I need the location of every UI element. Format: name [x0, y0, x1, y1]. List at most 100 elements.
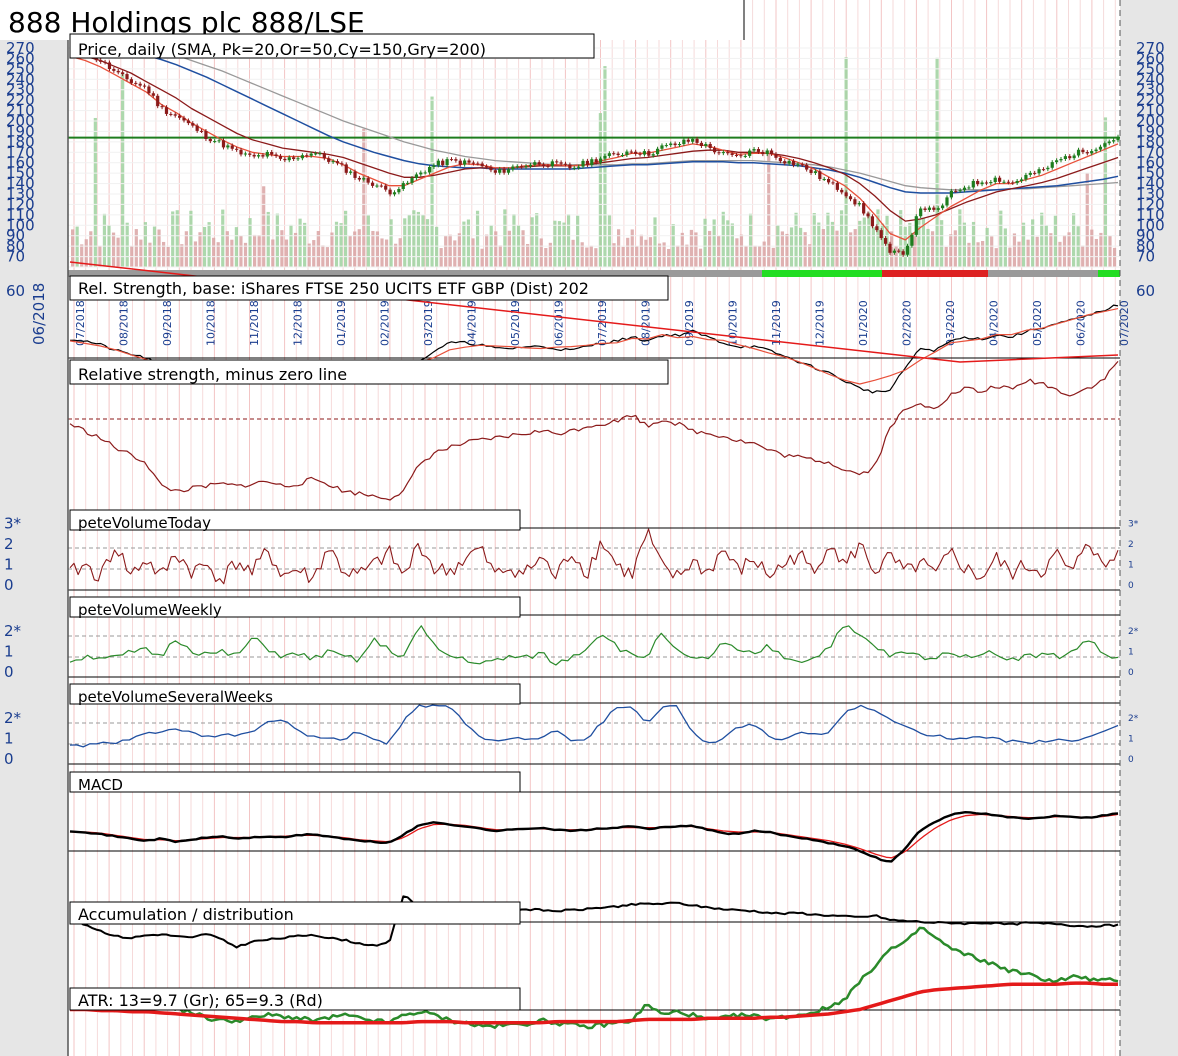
candle-body — [322, 153, 326, 159]
pete-several-title: peteVolumeSeveralWeeks — [78, 688, 273, 706]
candle-body — [541, 164, 546, 166]
candle-body — [682, 139, 686, 145]
candle-body — [848, 196, 853, 200]
pete-tick-right: 3* — [1128, 520, 1139, 530]
candle-body — [590, 159, 594, 166]
candle-body — [235, 148, 239, 150]
volume-bar — [134, 229, 138, 267]
pete-tick-left: 0 — [4, 576, 14, 594]
candle-body — [901, 251, 905, 255]
volume-bar — [344, 210, 348, 267]
volume-bar — [293, 232, 298, 267]
candle-body — [142, 85, 147, 87]
candle-body — [1028, 172, 1032, 175]
candle-body — [1098, 146, 1103, 150]
candle-body — [1090, 151, 1094, 154]
candle-body — [445, 159, 449, 166]
candle-body — [647, 151, 651, 156]
candle-body — [721, 152, 725, 154]
volume-bar — [471, 238, 475, 267]
volume-bar — [71, 229, 75, 267]
candle-body — [967, 187, 971, 189]
candle-body — [1103, 143, 1107, 147]
candle-body — [449, 159, 454, 161]
candle-body — [506, 169, 511, 173]
month-label: 05/2020 — [1031, 300, 1044, 346]
candle-body — [199, 130, 204, 132]
candle-body — [879, 230, 883, 239]
macd-title: MACD — [78, 776, 123, 794]
candle-body — [813, 171, 818, 173]
candle-body — [103, 61, 107, 63]
candle-body — [327, 158, 331, 162]
month-label: 06/2019 — [553, 300, 566, 346]
candle-body — [520, 166, 524, 168]
candle-body — [761, 151, 765, 155]
pete-tick-left: 2 — [4, 535, 14, 553]
candle-body — [397, 189, 401, 193]
volume-bar — [817, 222, 821, 267]
pete-tick-left: 2* — [4, 709, 22, 727]
volume-bar — [985, 227, 989, 267]
candle-body — [296, 158, 300, 160]
month-label: 02/2020 — [901, 300, 914, 346]
candle-body — [112, 69, 116, 71]
volume-bar — [412, 210, 416, 267]
volume-bar — [503, 209, 507, 267]
candle-body — [831, 182, 835, 184]
volume-bar — [730, 223, 734, 267]
volume-bar — [380, 238, 384, 267]
volume-bar — [990, 236, 994, 267]
volume-bar — [366, 215, 370, 267]
candle-body — [208, 139, 212, 142]
candle-body — [712, 148, 717, 153]
pete-tick-right: 0 — [1128, 755, 1134, 765]
candle-body — [958, 190, 962, 192]
month-label: 03/2019 — [422, 300, 435, 346]
volume-bar — [1062, 235, 1067, 267]
candle-body — [774, 153, 778, 158]
candle-body — [748, 150, 752, 156]
price-tick-right: 70 — [1136, 248, 1155, 266]
volume-bar — [626, 237, 630, 267]
month-label: 11/2019 — [770, 300, 783, 346]
volume-bar — [425, 219, 430, 267]
pete-tick-left: 2* — [4, 622, 22, 640]
volume-bar — [808, 244, 812, 267]
volume-bar — [657, 243, 662, 267]
volume-bar — [630, 229, 634, 267]
volume-bar — [193, 241, 198, 267]
candle-body — [221, 140, 226, 148]
pete-tick-right: 0 — [1128, 581, 1134, 591]
volume-bar — [475, 210, 480, 267]
volume-bar — [853, 229, 857, 267]
candle-body — [910, 234, 914, 246]
volume-bar — [284, 239, 289, 267]
volume-bar — [1058, 241, 1062, 267]
candle-body — [1063, 156, 1067, 159]
candle-body — [620, 154, 625, 156]
candle-body — [980, 182, 984, 185]
volume-bar — [1021, 222, 1026, 267]
candle-body — [949, 190, 953, 198]
candle-body — [888, 243, 892, 253]
candle-body — [471, 162, 476, 164]
pete-tick-right: 1 — [1128, 648, 1134, 658]
volume-bar — [803, 232, 807, 267]
candle-body — [800, 164, 804, 166]
candle-body — [612, 153, 616, 155]
candle-body — [708, 143, 712, 149]
candle-body — [353, 171, 357, 178]
volume-bar — [712, 219, 716, 267]
candle-body — [384, 185, 388, 190]
pete-today-title: peteVolumeToday — [78, 514, 211, 532]
volume-bar — [526, 243, 530, 267]
price-tick-left: 60 — [6, 282, 25, 300]
candle-body — [1037, 169, 1041, 174]
candle-body — [875, 226, 879, 231]
relstrength-side-label: 06/2018 — [30, 283, 48, 345]
volume-bar — [462, 221, 466, 267]
candle-body — [993, 177, 997, 183]
month-label: 12/2019 — [814, 300, 827, 346]
volume-bar — [981, 240, 985, 267]
